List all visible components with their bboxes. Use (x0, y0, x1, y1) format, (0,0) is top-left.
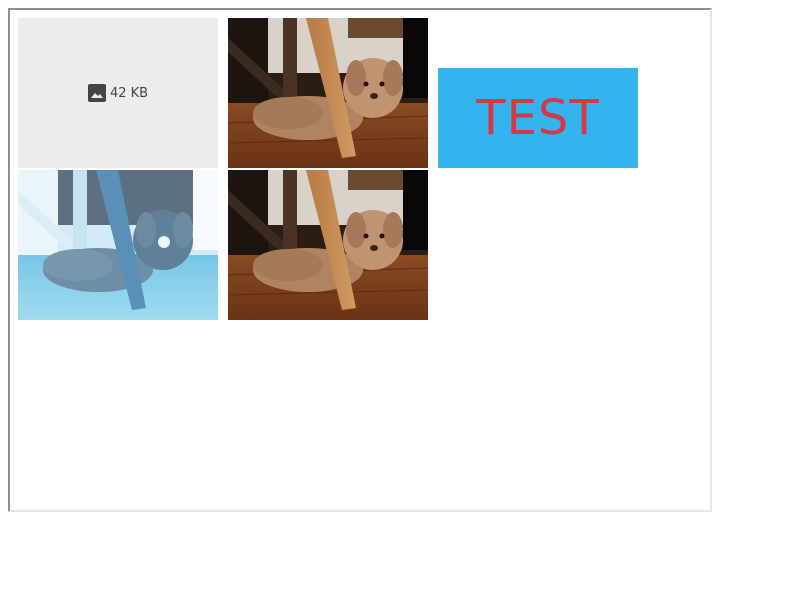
test-banner: TEST (438, 68, 638, 168)
puppy-photo-inverted[interactable] (18, 170, 218, 320)
puppy-photo[interactable] (228, 170, 428, 320)
puppy-photo[interactable] (228, 18, 428, 168)
test-label: TEST (476, 90, 600, 146)
image-size-label: 42 KB (109, 85, 149, 101)
image-icon (87, 84, 106, 102)
image-placeholder[interactable]: 42 KB (18, 18, 218, 168)
iframe-frame: 42 KB TEST (8, 8, 712, 512)
